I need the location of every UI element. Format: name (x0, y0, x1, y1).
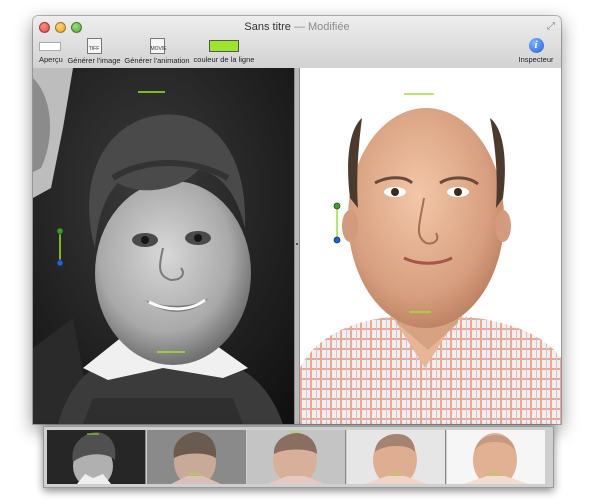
info-icon: i (528, 38, 544, 53)
morph-frame-4[interactable] (347, 430, 446, 484)
window-title: Sans titre — Modifiée (33, 21, 561, 33)
morph-frame-1[interactable] (47, 430, 146, 484)
morph-frame-3[interactable] (247, 430, 346, 484)
toolbar-generate-animation-label: Générer l'animation (124, 56, 190, 65)
document-window: Sans titre — Modifiée ⤢ Aperçu TIFF Géné… (33, 16, 561, 424)
window-title-separator: — (293, 21, 305, 33)
toolbar-inspector-button[interactable]: i Inspecteur (515, 38, 557, 64)
toolbar-preview-label: Aperçu (39, 55, 63, 64)
adult-photo (300, 68, 561, 424)
toolbar-line-color-button[interactable]: couleur de la ligne (193, 38, 255, 64)
target-image-pane[interactable] (300, 68, 561, 424)
window-title-name: Sans titre (244, 21, 291, 33)
toolbar-generate-image-button[interactable]: TIFF Générer l'image (67, 38, 121, 65)
morph-frame-2-thumbnail (147, 430, 245, 484)
source-image-pane[interactable] (33, 68, 294, 424)
toolbar-generate-image-label: Générer l'image (67, 56, 121, 65)
fullscreen-icon[interactable]: ⤢ (547, 21, 555, 32)
morph-frame-3-thumbnail (247, 430, 345, 484)
morph-frame-5-thumbnail (447, 430, 545, 484)
morph-frame-5[interactable] (447, 430, 545, 484)
morph-frame-4-thumbnail (347, 430, 445, 484)
image-file-icon: TIFF (86, 38, 102, 54)
morph-frame-2[interactable] (147, 430, 246, 484)
morph-frame-1-thumbnail (47, 430, 145, 484)
preview-icon (39, 42, 61, 51)
movie-file-icon: MOVIE (149, 38, 167, 54)
morph-filmstrip (43, 426, 554, 488)
child-photo (33, 68, 294, 424)
toolbar-line-color-label: couleur de la ligne (193, 55, 255, 64)
window-title-status: Modifiée (308, 21, 350, 33)
toolbar-generate-animation-button[interactable]: MOVIE Générer l'animation (123, 38, 191, 65)
toolbar-preview-button[interactable]: Aperçu (39, 38, 63, 64)
title-bar: Sans titre — Modifiée ⤢ Aperçu TIFF Géné… (33, 16, 561, 69)
color-swatch-icon (209, 40, 239, 52)
toolbar-inspector-label: Inspecteur (518, 55, 554, 64)
